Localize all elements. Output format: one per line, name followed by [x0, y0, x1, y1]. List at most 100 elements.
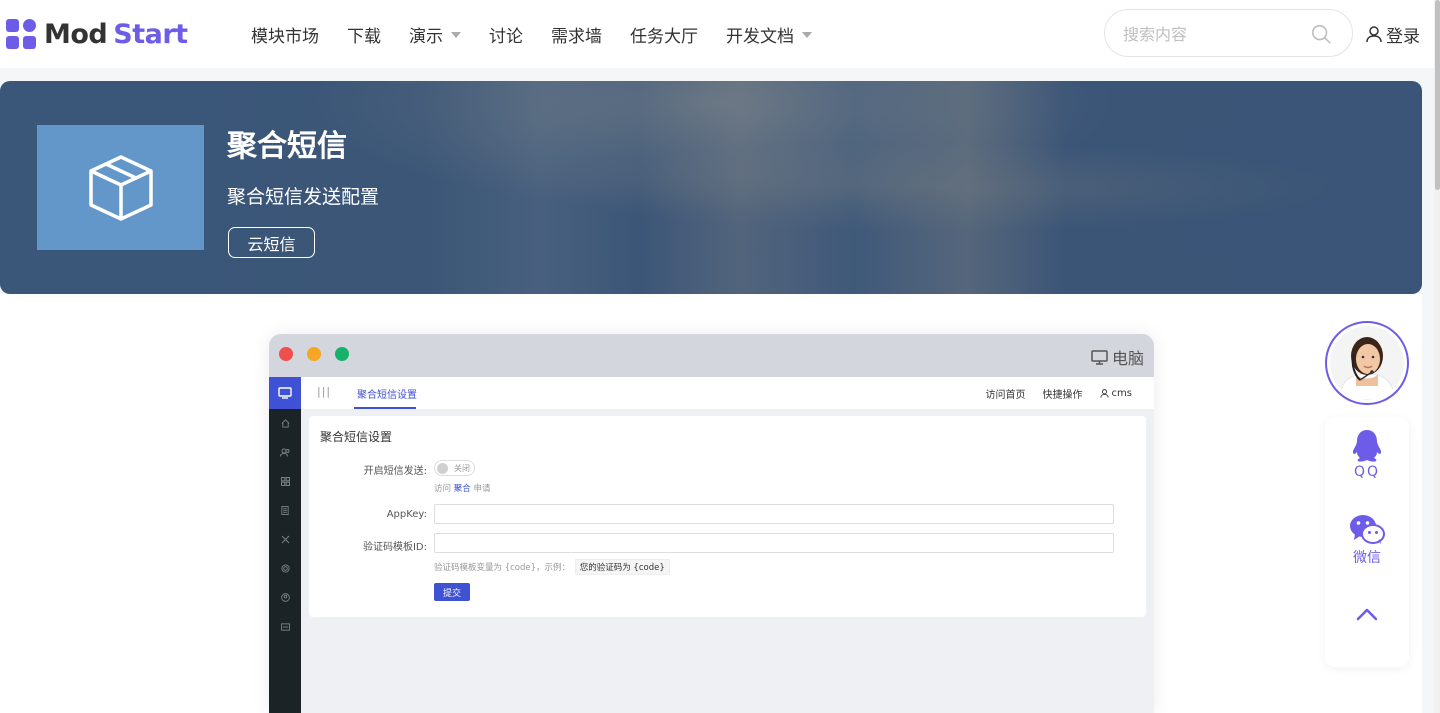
box-icon: [88, 154, 153, 221]
search-box: [1104, 9, 1353, 57]
brand-name-part1: Mod: [44, 18, 108, 50]
brand-logo[interactable]: Mod Start: [6, 17, 188, 51]
admin-username: cms: [1111, 388, 1132, 399]
brand-name-part2: Start: [113, 18, 188, 50]
nav-item-task-hall[interactable]: 任务大厅: [630, 22, 698, 47]
chevron-up-icon: [1356, 608, 1378, 621]
apply-hint: 访问 聚合 申请: [434, 482, 490, 494]
module-title: 聚合短信: [227, 129, 347, 164]
sidebar-item-settings[interactable]: [269, 554, 301, 583]
sidebar-logo[interactable]: [269, 377, 301, 409]
chevron-down-icon: [451, 32, 461, 38]
main-nav: 模块市场 下载 演示 讨论 需求墙 任务大厅 开发文档: [251, 22, 840, 47]
search-icon[interactable]: [1310, 23, 1332, 45]
chevron-down-icon: [802, 32, 812, 38]
grid-icon: [280, 477, 290, 486]
tab-sms-settings[interactable]: 聚合短信设置: [357, 386, 417, 401]
mockup-titlebar: 电脑: [269, 334, 1154, 377]
card-icon: [280, 622, 290, 631]
juhe-link[interactable]: 聚合: [454, 484, 471, 494]
sidebar-item-account[interactable]: [269, 583, 301, 612]
admin-header-links: 访问首页 快捷操作 cms: [969, 386, 1132, 401]
users-icon: [280, 448, 290, 457]
login-button[interactable]: 登录: [1366, 22, 1420, 47]
nav-item-label: 讨论: [489, 26, 523, 47]
minimize-dot-icon: [307, 347, 321, 361]
nav-item-label: 需求墙: [551, 26, 602, 47]
module-hero-banner: 聚合短信 聚合短信发送配置 云短信: [0, 81, 1422, 294]
monitor-icon: [1091, 349, 1108, 365]
toggle-text: 关闭: [454, 464, 470, 473]
settings-form-card: 聚合短信设置 开启短信发送: 关闭 访问 聚合 申请 AppKey: 验证码模板…: [309, 416, 1146, 617]
module-description: 聚合短信发送配置: [227, 186, 380, 208]
appkey-label: AppKey:: [386, 509, 427, 520]
menu-toggle-icon[interactable]: |||: [317, 385, 331, 398]
sidebar-item-users[interactable]: [269, 438, 301, 467]
nav-item-download[interactable]: 下载: [347, 22, 381, 47]
sidebar-item-content[interactable]: [269, 496, 301, 525]
device-switch[interactable]: 电脑: [1091, 345, 1144, 369]
qq-contact-button[interactable]: QQ: [1325, 429, 1409, 480]
preview-browser-mockup: 电脑 ||| 聚合短信设置 访问首页 快捷操作 cms 聚合短信设置 开启短信发…: [269, 334, 1154, 713]
qq-label: QQ: [1353, 464, 1381, 480]
nav-item-dev-docs[interactable]: 开发文档: [726, 22, 812, 47]
template-hint-text: 验证码模板变量为 {code}，示例：: [434, 563, 571, 573]
toggle-knob: [437, 463, 448, 474]
back-to-top-button[interactable]: [1325, 607, 1409, 621]
appkey-input[interactable]: [434, 504, 1114, 524]
gear-icon: [280, 564, 290, 573]
submit-button[interactable]: 提交: [434, 583, 470, 601]
logo-icon: [6, 19, 36, 49]
enable-sms-toggle[interactable]: 关闭: [434, 460, 475, 476]
nav-item-label: 任务大厅: [630, 26, 698, 47]
admin-header: ||| 聚合短信设置 访问首页 快捷操作 cms: [301, 377, 1154, 409]
search-input[interactable]: [1123, 22, 1303, 46]
monitor-icon: [278, 387, 292, 399]
user-icon: [1366, 26, 1382, 43]
close-dot-icon: [279, 347, 293, 361]
floating-contact-bar: QQ 微信: [1325, 417, 1409, 667]
wechat-label: 微信: [1353, 550, 1381, 566]
user-circle-icon: [280, 593, 290, 602]
user-icon: [1099, 389, 1109, 398]
template-id-input[interactable]: [434, 533, 1114, 553]
admin-user-menu[interactable]: cms: [1099, 386, 1132, 401]
enable-sms-label: 开启短信发送:: [363, 466, 427, 477]
qq-icon: [1352, 430, 1382, 462]
active-tab-indicator: [354, 407, 416, 409]
module-category-tag[interactable]: 云短信: [228, 227, 315, 258]
nav-item-discussion[interactable]: 讨论: [489, 22, 523, 47]
top-navbar: ModStart 模块市场 下载 演示 讨论 需求墙 任务大厅 开发文档 登录: [0, 0, 1440, 68]
sidebar-item-tools[interactable]: [269, 525, 301, 554]
wechat-icon: [1350, 515, 1385, 544]
link-visit-home[interactable]: 访问首页: [986, 386, 1026, 401]
nav-item-label: 下载: [347, 26, 381, 47]
maximize-dot-icon: [335, 347, 349, 361]
nav-item-label: 演示: [409, 26, 443, 47]
sidebar-item-home[interactable]: [269, 409, 301, 438]
form-title: 聚合短信设置: [320, 430, 393, 444]
nav-item-label: 开发文档: [726, 26, 794, 47]
admin-sidebar: [269, 377, 301, 713]
wechat-contact-button[interactable]: 微信: [1325, 513, 1409, 567]
nav-item-requirement-wall[interactable]: 需求墙: [551, 22, 602, 47]
template-id-label: 验证码模板ID:: [362, 542, 427, 553]
customer-service-avatar[interactable]: [1325, 321, 1409, 405]
tools-icon: [281, 535, 289, 544]
template-hint: 验证码模板变量为 {code}，示例： 您的验证码为 {code}: [434, 559, 670, 575]
home-icon: [281, 419, 289, 428]
nav-item-label: 模块市场: [251, 26, 319, 47]
sidebar-item-data[interactable]: [269, 612, 301, 641]
page-scrollbar-thumb[interactable]: [1435, 0, 1440, 190]
document-icon: [281, 506, 289, 515]
device-label: 电脑: [1111, 349, 1144, 368]
hint-prefix: 访问: [434, 484, 452, 494]
link-quick-actions[interactable]: 快捷操作: [1043, 386, 1083, 401]
module-thumbnail: [37, 125, 204, 250]
avatar-image: [1330, 326, 1404, 400]
hint-suffix: 申请: [473, 484, 491, 494]
nav-item-module-market[interactable]: 模块市场: [251, 22, 319, 47]
sidebar-item-modules[interactable]: [269, 467, 301, 496]
login-label: 登录: [1386, 27, 1420, 47]
nav-item-demo[interactable]: 演示: [409, 22, 461, 47]
